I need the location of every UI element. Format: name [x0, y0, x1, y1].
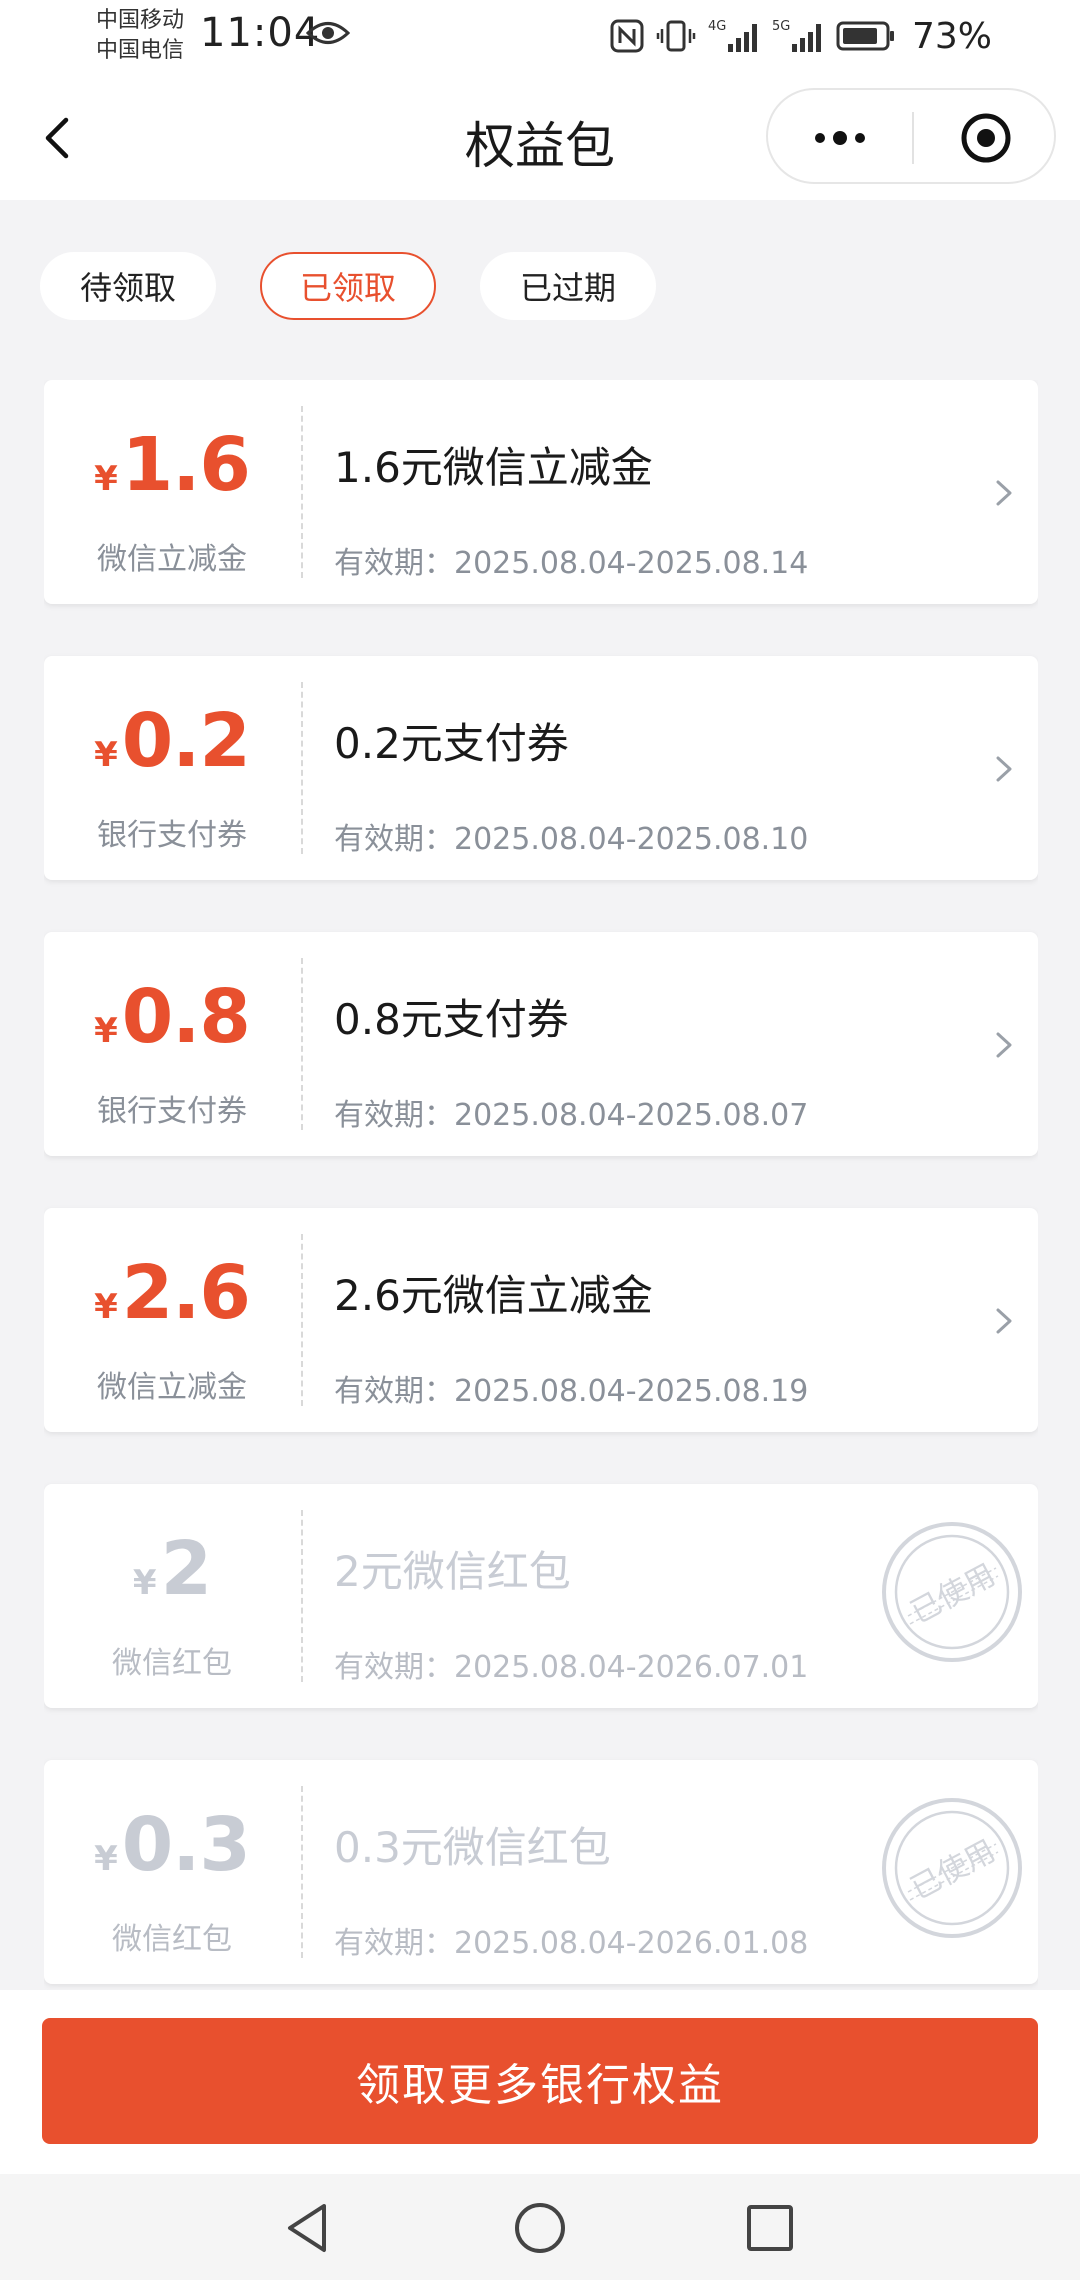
bottom-action-area: 领取更多银行权益: [0, 1990, 1080, 2174]
currency-symbol: ¥: [94, 1287, 118, 1327]
used-stamp-icon: 已使用: [882, 1522, 1022, 1662]
dashed-divider: [301, 682, 303, 854]
coupon-card-used[interactable]: ¥0.3 微信红包 0.3元微信红包 有效期：2025.08.04-2026.0…: [44, 1760, 1038, 1984]
currency-symbol: ¥: [94, 1839, 118, 1879]
signal-5g-icon: 5G: [772, 19, 821, 52]
carrier-1: 中国移动: [96, 8, 185, 33]
used-stamp-label: 已使用: [905, 1834, 1001, 1907]
currency-symbol: ¥: [94, 459, 118, 499]
coupon-card[interactable]: ¥2.6 微信立减金 2.6元微信立减金 有效期：2025.08.04-2025…: [44, 1208, 1038, 1432]
chevron-right-icon: [996, 480, 1012, 506]
nav-recents-button[interactable]: [738, 2196, 802, 2260]
coupon-amount-block: ¥0.2 银行支付券: [44, 656, 300, 880]
svg-text:4G: 4G: [708, 19, 726, 34]
get-more-benefits-button[interactable]: 领取更多银行权益: [42, 2018, 1038, 2144]
coupon-card-used[interactable]: ¥2 微信红包 2元微信红包 有效期：2025.08.04-2026.07.01…: [44, 1484, 1038, 1708]
tab-bar: 待领取 已领取 已过期: [40, 252, 656, 320]
nfc-icon: [610, 19, 644, 53]
coupon-kind: 微信立减金: [97, 542, 247, 577]
page: 中国移动 中国电信 11:04 4G 5G 73% 权益包 待领取 已领取 已过…: [0, 0, 1080, 2280]
system-nav-bar: [0, 2174, 1080, 2280]
currency-symbol: ¥: [94, 1011, 118, 1051]
coupon-amount: 2.6: [121, 1250, 251, 1336]
nav-back-button[interactable]: [276, 2196, 340, 2260]
currency-symbol: ¥: [94, 735, 118, 775]
coupon-list: ¥1.6 微信立减金 1.6元微信立减金 有效期：2025.08.04-2025…: [44, 380, 1038, 1990]
carrier-2: 中国电信: [96, 38, 185, 63]
coupon-validity: 有效期：2025.08.04-2025.08.14: [334, 546, 809, 581]
coupon-amount-block: ¥0.8 银行支付券: [44, 932, 300, 1156]
tab-expired[interactable]: 已过期: [480, 252, 656, 320]
coupon-amount: 1.6: [121, 422, 251, 508]
coupon-validity: 有效期：2025.08.04-2025.08.10: [334, 822, 809, 857]
coupon-card[interactable]: ¥0.8 银行支付券 0.8元支付券 有效期：2025.08.04-2025.0…: [44, 932, 1038, 1156]
coupon-kind: 银行支付券: [97, 1094, 247, 1129]
dashed-divider: [301, 1786, 303, 1958]
coupon-title: 0.2元支付券: [334, 719, 569, 768]
dashed-divider: [301, 406, 303, 578]
coupon-card[interactable]: ¥0.2 银行支付券 0.2元支付券 有效期：2025.08.04-2025.0…: [44, 656, 1038, 880]
coupon-amount-block: ¥2 微信红包: [44, 1484, 300, 1708]
record-target-icon: [961, 113, 1011, 163]
vibrate-icon: [656, 20, 696, 52]
dashed-divider: [301, 958, 303, 1130]
used-stamp-icon: 已使用: [882, 1798, 1022, 1938]
more-dots-icon: [815, 131, 865, 145]
coupon-amount: 2: [160, 1526, 212, 1612]
coupon-amount-block: ¥0.3 微信红包: [44, 1760, 300, 1984]
battery-icon: [836, 21, 894, 51]
coupon-validity: 有效期：2025.08.04-2025.08.07: [334, 1098, 809, 1133]
coupon-kind: 微信红包: [112, 1646, 232, 1681]
chevron-right-icon: [996, 756, 1012, 782]
coupon-card[interactable]: ¥1.6 微信立减金 1.6元微信立减金 有效期：2025.08.04-2025…: [44, 380, 1038, 604]
dashed-divider: [301, 1234, 303, 1406]
coupon-amount: 0.3: [121, 1802, 251, 1888]
coupon-amount-block: ¥1.6 微信立减金: [44, 380, 300, 604]
carrier-labels: 中国移动 中国电信: [96, 6, 184, 66]
signal-4g-icon: 4G: [708, 19, 757, 52]
nav-home-button[interactable]: [508, 2196, 572, 2260]
coupon-kind: 微信红包: [112, 1922, 232, 1957]
eye-icon: [306, 22, 350, 44]
coupon-kind: 微信立减金: [97, 1370, 247, 1405]
status-bar: 中国移动 中国电信 11:04 4G 5G 73%: [0, 0, 1080, 76]
dashed-divider: [301, 1510, 303, 1682]
coupon-amount: 0.2: [121, 698, 251, 784]
coupon-validity: 有效期：2025.08.04-2026.01.08: [334, 1926, 809, 1961]
miniapp-capsule: [766, 88, 1056, 184]
status-time: 11:04: [200, 10, 321, 56]
coupon-title: 2元微信红包: [334, 1547, 571, 1596]
used-stamp-label: 已使用: [905, 1558, 1001, 1631]
square-recents-icon: [747, 2205, 793, 2251]
coupon-title: 1.6元微信立减金: [334, 443, 653, 492]
coupon-validity: 有效期：2025.08.04-2026.07.01: [334, 1650, 809, 1685]
coupon-validity: 有效期：2025.08.04-2025.08.19: [334, 1374, 809, 1409]
coupon-amount-block: ¥2.6 微信立减金: [44, 1208, 300, 1432]
battery-percent: 73%: [911, 15, 992, 57]
coupon-amount: 0.8: [121, 974, 251, 1060]
tab-pending[interactable]: 待领取: [40, 252, 216, 320]
chevron-right-icon: [996, 1308, 1012, 1334]
coupon-kind: 银行支付券: [97, 818, 247, 853]
title-bar: 权益包: [0, 76, 1080, 200]
svg-text:5G: 5G: [772, 19, 790, 34]
coupon-title: 0.3元微信红包: [334, 1823, 611, 1872]
more-button[interactable]: [768, 90, 912, 186]
tab-received[interactable]: 已领取: [260, 252, 436, 320]
status-icons: 4G 5G 73%: [610, 12, 992, 60]
coupon-title: 0.8元支付券: [334, 995, 569, 1044]
currency-symbol: ¥: [132, 1563, 157, 1603]
chevron-right-icon: [996, 1032, 1012, 1058]
triangle-back-icon: [288, 2204, 326, 2252]
circle-home-icon: [515, 2203, 565, 2253]
close-miniapp-button[interactable]: [914, 90, 1058, 186]
coupon-title: 2.6元微信立减金: [334, 1271, 653, 1320]
